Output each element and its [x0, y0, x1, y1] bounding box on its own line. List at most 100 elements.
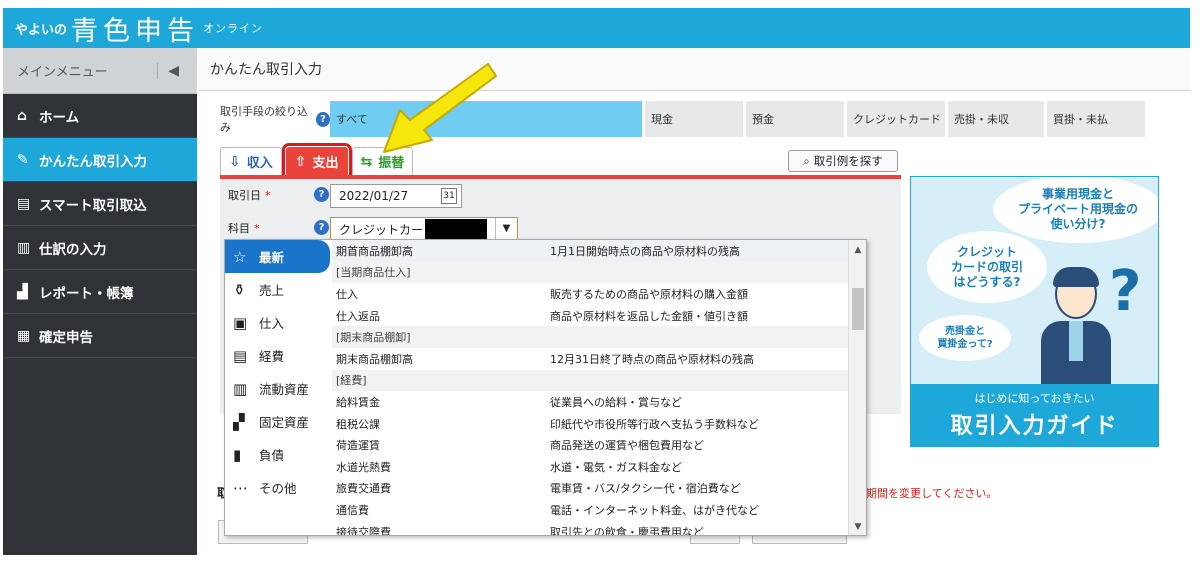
payment-method-filter: 取引手段の絞り込み ? すべて 現金 預金 クレジットカード 売掛・未収 買掛・…	[220, 101, 1170, 137]
person-illustration	[1041, 267, 1111, 385]
account-desc: 電車賃・バス/タクシー代・宿泊費など	[550, 482, 741, 496]
assets-icon: ▥	[233, 379, 248, 398]
redacted-text	[425, 219, 488, 239]
filter-payable[interactable]: 買掛・未払	[1047, 101, 1145, 137]
sidebar-item-journal[interactable]: ▥ 仕訳の入力	[3, 226, 197, 270]
sidebar-item-label: かんたん取引入力	[39, 153, 147, 170]
scroll-thumb[interactable]	[852, 288, 864, 330]
list-item[interactable]: 期末商品棚卸高 12月31日終了時点の商品や原材料の残高	[332, 348, 848, 370]
tab-expense[interactable]: ⇧ 支出	[281, 143, 352, 179]
date-value: 2022/01/27	[339, 189, 409, 203]
account-row: 科目 *	[228, 216, 260, 240]
account-desc: 1月1日開始時点の商品や原材料の残高	[550, 244, 740, 258]
group-name: [経費]	[336, 374, 367, 388]
list-group-header: [経費]	[332, 369, 848, 392]
list-item[interactable]: 旅費交通費 電車賃・バス/タクシー代・宿泊費など	[332, 478, 848, 500]
list-item[interactable]: 水道光熱費 水道・電気・ガス料金など	[332, 456, 848, 478]
chevron-down-icon[interactable]: ▼	[495, 218, 517, 240]
sidebar-item-easy-entry[interactable]: ✎ かんたん取引入力	[3, 138, 197, 182]
annotation-arrow-icon	[383, 63, 497, 153]
tab-income[interactable]: ⇩ 収入	[220, 147, 282, 175]
list-item[interactable]: 給料賃金 従業員への給料・賞与など	[332, 391, 848, 413]
filter-label-wrap: 取引手段の絞り込み ?	[220, 103, 330, 135]
account-name: 接待交際費	[336, 525, 391, 536]
money-bag-icon: ⚱	[233, 280, 246, 299]
collapse-icon[interactable]: ◀	[157, 62, 179, 79]
account-desc: 従業員への給料・賞与など	[550, 395, 682, 409]
ad-title: 取引入力ガイド	[950, 414, 1119, 439]
account-desc: 商品や原材料を返品した金額・値引き額	[550, 309, 748, 323]
help-icon[interactable]: ?	[314, 220, 329, 235]
filter-cash[interactable]: 現金	[645, 101, 743, 137]
account-value: クレジットカー	[339, 222, 424, 237]
ad-bubble-credit: クレジット カードの取引 はどうする?	[927, 231, 1047, 303]
help-icon[interactable]: ?	[316, 111, 330, 127]
category-label: 固定資産	[259, 415, 310, 430]
category-label: 経費	[259, 349, 285, 364]
sidebar-item-label: ホーム	[39, 109, 80, 126]
account-desc: 販売するための商品や原材料の購入金額	[550, 287, 748, 301]
liability-icon: ▮	[233, 445, 242, 464]
list-item[interactable]: 荷造運賃 商品発送の運賃や梱包費用など	[332, 434, 848, 456]
scroll-down-icon[interactable]: ▼	[849, 519, 866, 535]
help-icon[interactable]: ?	[314, 187, 329, 202]
account-item-list: 期首商品棚卸高 1月1日開始時点の商品や原材料の残高 [当期商品仕入] 仕入 販売す…	[332, 240, 848, 536]
tab-income-label: 収入	[246, 156, 273, 171]
journal-icon: ▥	[17, 239, 31, 256]
account-label: 科目	[228, 222, 250, 235]
account-name: 通信費	[336, 503, 369, 517]
account-name: 期末商品棚卸高	[336, 352, 413, 366]
sidebar-item-home[interactable]: ⌂ ホーム	[3, 94, 197, 138]
ad-subtitle: はじめに知っておきたい	[974, 392, 1095, 405]
category-current-assets[interactable]: ▥ 流動資産	[225, 372, 330, 405]
account-name: 水道光熱費	[336, 460, 391, 474]
sidebar-item-reports[interactable]: ▟ レポート・帳簿	[3, 270, 197, 314]
filter-receivable[interactable]: 売掛・未収	[948, 101, 1044, 137]
report-icon: ▟	[17, 283, 28, 300]
date-input[interactable]: 2022/01/27 31	[330, 184, 462, 208]
list-item[interactable]: 仕入返品 商品や原材料を返品した金額・値引き額	[332, 305, 848, 327]
category-latest[interactable]: ☆ 最新	[225, 240, 330, 273]
category-liabilities[interactable]: ▮ 負債	[225, 438, 330, 471]
category-other[interactable]: ⋯ その他	[225, 471, 330, 504]
sidebar-item-smart-import[interactable]: ▤ スマート取引取込	[3, 182, 197, 226]
category-purchase[interactable]: ▣ 仕入	[225, 306, 330, 339]
ad-footer: はじめに知っておきたい 取引入力ガイド	[911, 384, 1158, 446]
account-dropdown: ☆ 最新 ⚱ 売上 ▣ 仕入 ▤ 経費 ▥ 流動資産 ▞ 固定資産 ▮ 負債 ⋯	[224, 239, 867, 536]
transaction-guide-banner[interactable]: 事業用現金と プライベート用現金の 使い分け? クレジット カードの取引 はどう…	[910, 176, 1159, 447]
filter-credit-card[interactable]: クレジットカード	[847, 101, 945, 137]
brand-prefix: やよいの	[15, 22, 68, 38]
filter-bank[interactable]: 預金	[746, 101, 844, 137]
list-item[interactable]: 接待交際費 取引先との飲食・慶弔費用など	[332, 521, 848, 536]
account-name: 給料賃金	[336, 395, 380, 409]
receipt-icon: ▤	[233, 346, 248, 365]
account-name: 仕入	[336, 287, 358, 301]
sidebar-title: メインメニュー	[17, 65, 108, 80]
category-fixed-assets[interactable]: ▞ 固定資産	[225, 405, 330, 438]
category-label: その他	[259, 481, 297, 496]
list-item[interactable]: 仕入 販売するための商品や原材料の購入金額	[332, 283, 848, 305]
calendar-icon[interactable]: 31	[441, 188, 457, 204]
account-name: 旅費交通費	[336, 482, 391, 496]
search-examples-label: 取引例を探す	[813, 154, 883, 168]
star-icon: ☆	[233, 247, 247, 266]
category-expense[interactable]: ▤ 経費	[225, 339, 330, 372]
sidebar-item-tax-return[interactable]: ▦ 確定申告	[3, 314, 197, 358]
list-group-header: [期末商品棚卸]	[332, 326, 848, 348]
list-item[interactable]: 通信費 電話・インターネット料金、はがき代など	[332, 499, 848, 521]
brand-logo: 青色申告	[71, 15, 200, 47]
category-sales[interactable]: ⚱ 売上	[225, 273, 330, 306]
more-icon: ⋯	[233, 478, 248, 497]
search-examples-button[interactable]: ⌕ 取引例を探す	[788, 150, 898, 172]
account-desc: 水道・電気・ガス料金など	[550, 460, 682, 474]
expense-icon: ⇧	[294, 153, 307, 170]
question-mark-icon: ?	[1109, 259, 1142, 324]
box-icon: ▣	[233, 313, 248, 332]
list-item[interactable]: 期首商品棚卸高 1月1日開始時点の商品や原材料の残高	[332, 240, 848, 262]
dropdown-scrollbar[interactable]: ▲ ▼	[848, 240, 866, 535]
scroll-up-icon[interactable]: ▲	[849, 242, 866, 258]
list-item[interactable]: 租税公課 印紙代や市役所等行政へ支払う手数料など	[332, 413, 848, 435]
group-name: [当期商品仕入]	[336, 266, 411, 280]
sidebar-item-label: スマート取引取込	[39, 197, 147, 214]
account-select[interactable]: クレジットカー ▼	[330, 217, 518, 241]
